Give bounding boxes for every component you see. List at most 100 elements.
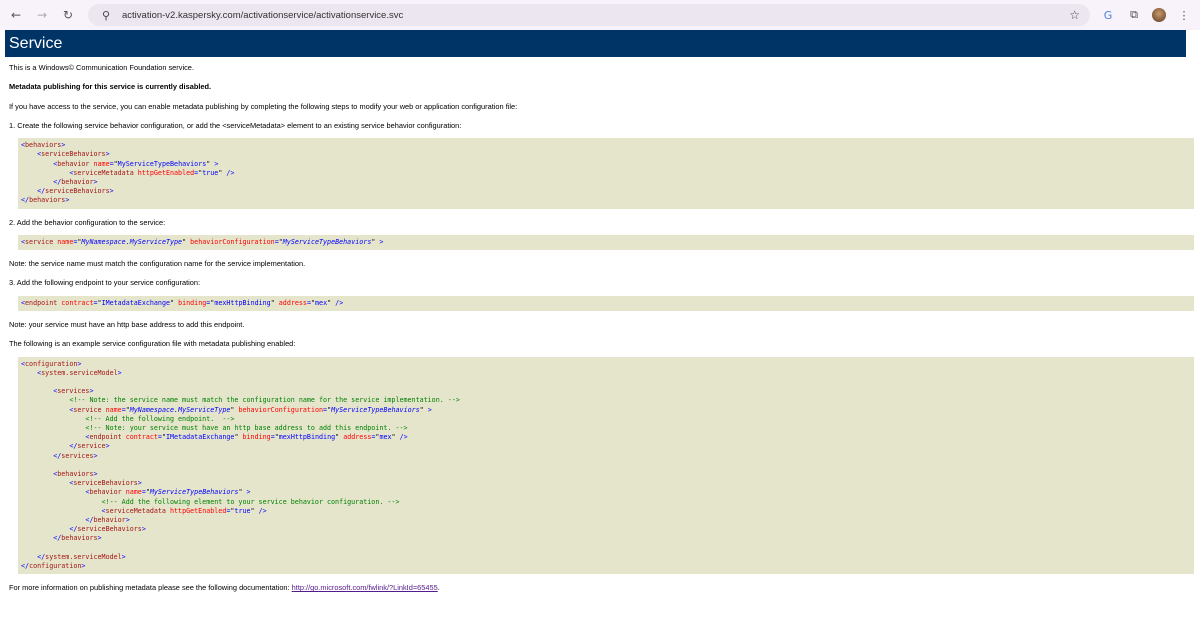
code-token: />	[399, 433, 408, 442]
code-token: name	[93, 159, 110, 168]
code-token: MyServiceTypeBehaviors	[282, 237, 372, 246]
code-token: >	[93, 178, 98, 186]
code-line: </service>	[21, 442, 1191, 451]
code-token: contract	[61, 298, 94, 307]
code-token: MyServiceTypeBehaviors	[117, 159, 207, 168]
reload-icon[interactable]: ↻	[60, 8, 76, 22]
code-token: mexHttpBinding	[214, 298, 271, 307]
forward-icon[interactable]: →	[34, 8, 50, 22]
menu-icon[interactable]: ⋮	[1176, 9, 1192, 22]
code-token: >	[379, 237, 384, 246]
code-line: </behaviors>	[21, 196, 1191, 205]
extensions-icon[interactable]: ⧉	[1126, 8, 1142, 22]
code-token: MyNamespace.MyServiceType	[81, 237, 183, 246]
code-token: endpoint	[89, 433, 126, 442]
code-token: behavior	[57, 159, 94, 168]
code-token: "	[234, 433, 243, 442]
documentation-link[interactable]: http://go.microsoft.com/fwlink/?LinkId=6…	[292, 583, 438, 592]
profile-avatar[interactable]	[1152, 8, 1166, 22]
code-line: <services>	[21, 387, 1191, 396]
code-token: "	[170, 298, 179, 307]
code-token: >	[93, 469, 98, 478]
code-token: behaviors	[57, 469, 94, 478]
page-content: This is a Windows© Communication Foundat…	[9, 63, 1194, 602]
code-line: </serviceBehaviors>	[21, 525, 1191, 534]
code-token: <!-- Add the following endpoint. -->	[85, 414, 235, 423]
access-text: If you have access to the service, you c…	[9, 101, 518, 111]
code-token: <!-- Add the following element to your s…	[101, 497, 400, 506]
code-token: configuration	[25, 359, 78, 368]
code-token: serviceMetadata	[105, 506, 170, 515]
code-token: true	[234, 506, 251, 515]
bookmark-star-icon[interactable]: ☆	[1069, 8, 1080, 22]
code-token: >	[117, 368, 122, 377]
address-bar[interactable]: ⚲ activation-v2.kaspersky.com/activation…	[88, 4, 1090, 26]
code-token: />	[226, 168, 235, 177]
code-token: service	[73, 405, 106, 414]
code-line: </behavior>	[21, 178, 1191, 187]
code-token: >	[105, 150, 110, 159]
code-line: <endpoint contract="IMetadataExchange" b…	[21, 433, 1191, 442]
code-token: </	[37, 187, 46, 196]
code-token: "	[270, 298, 279, 307]
code-token: endpoint	[25, 298, 62, 307]
code-token: "	[182, 237, 191, 246]
code-token: </	[21, 561, 30, 570]
code-token: behaviors	[25, 141, 62, 150]
more-info-text: For more information on publishing metad…	[9, 583, 292, 593]
code-token: behavior	[93, 515, 126, 524]
back-icon[interactable]: ←	[8, 8, 24, 22]
code-token: >	[89, 387, 94, 396]
code-token: >	[65, 196, 70, 205]
more-info: For more information on publishing metad…	[9, 583, 1194, 593]
note-http-address: Note: your service must have an http bas…	[9, 319, 245, 329]
code-token: >	[93, 451, 98, 460]
code-token: >	[427, 405, 432, 414]
code-token: </	[37, 552, 46, 561]
code-line: <serviceBehaviors>	[21, 479, 1191, 488]
code-token: serviceBehaviors	[45, 187, 110, 196]
code-token: MyServiceTypeBehaviors	[149, 488, 239, 497]
more-info-end: .	[437, 583, 440, 593]
code-token: "	[238, 488, 247, 497]
code-token: IMetadataExchange	[165, 433, 235, 442]
code-block-endpoint: <endpoint contract="IMetadataExchange" b…	[18, 295, 1194, 311]
code-token: >	[109, 187, 114, 196]
site-info-icon[interactable]: ⚲	[98, 9, 114, 22]
intro-text: This is a Windows© Communication Foundat…	[9, 63, 194, 72]
code-token: httpGetEnabled	[137, 168, 195, 177]
code-token: httpGetEnabled	[169, 506, 227, 515]
url-text[interactable]: activation-v2.kaspersky.com/activationse…	[122, 10, 1061, 21]
code-token: MyServiceTypeBehaviors	[331, 405, 420, 414]
translate-icon[interactable]: G	[1100, 9, 1116, 22]
code-token: mex	[379, 433, 392, 442]
code-token: />	[335, 298, 344, 307]
code-token: mex	[315, 298, 328, 307]
code-token: name	[125, 488, 142, 497]
code-token: />	[258, 506, 267, 515]
code-token: >	[246, 488, 251, 497]
example-text: The following is an example service conf…	[9, 339, 296, 349]
code-line: </system.serviceModel>	[21, 553, 1191, 562]
code-token: address	[278, 298, 307, 307]
code-token: >	[61, 141, 66, 150]
code-token: mexHttpBinding	[278, 433, 336, 442]
code-token: >	[105, 442, 110, 451]
code-line: <service name="MyNamespace.MyServiceType…	[21, 406, 1191, 415]
code-token: binding	[242, 433, 271, 442]
code-token: behaviors	[61, 534, 98, 543]
step-3: 3. Add the following endpoint to your se…	[9, 278, 201, 288]
